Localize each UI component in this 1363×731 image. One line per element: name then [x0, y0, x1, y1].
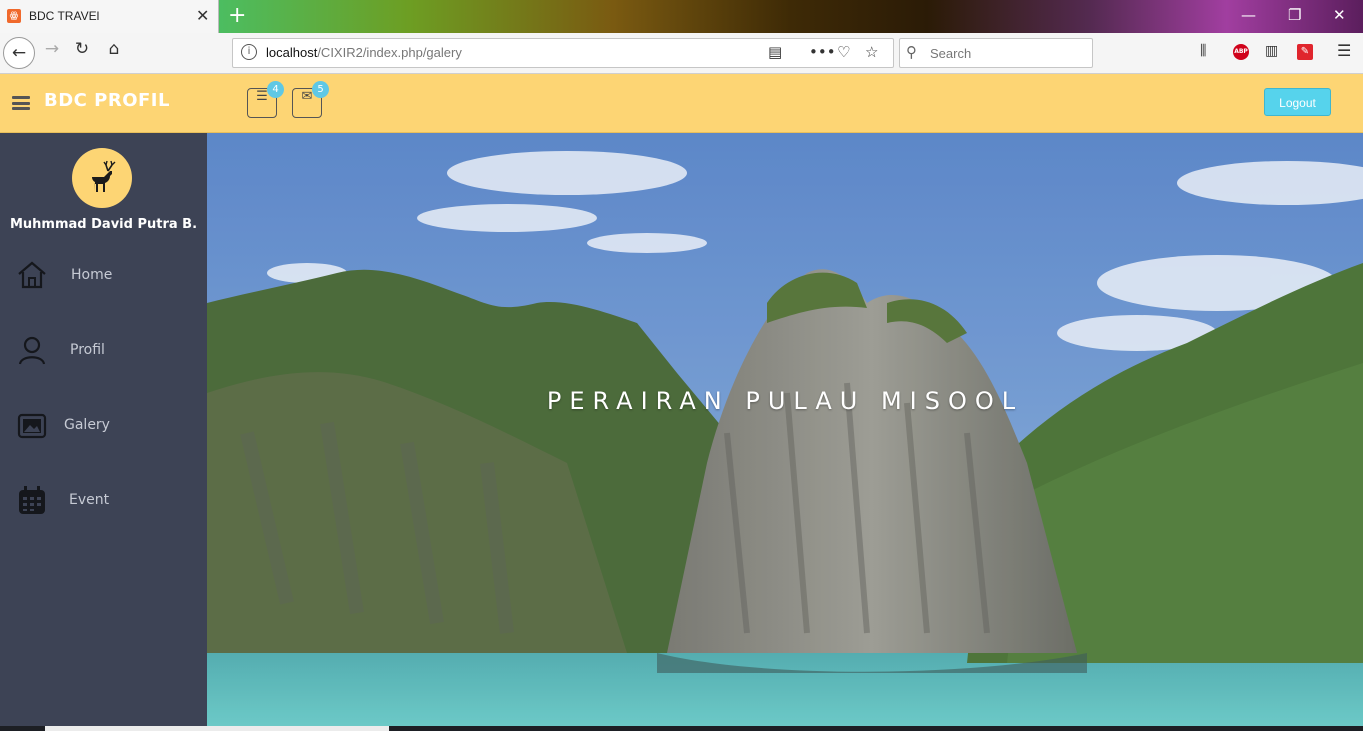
username: Muhmmad David Putra B. [9, 217, 198, 232]
sidebar-item-home[interactable]: Home [0, 251, 207, 301]
xampp-icon: ꙮ [7, 9, 21, 23]
forward-arrow-icon[interactable]: → [38, 39, 66, 67]
hero-banner: PERAIRAN PULAU MISOOL [207, 133, 1363, 731]
sidebar-item-label: Galery [64, 417, 110, 433]
close-window-icon[interactable]: ✕ [1333, 6, 1346, 24]
sidebar-item-label: Profil [70, 342, 105, 358]
home-icon[interactable]: ⌂ [100, 39, 128, 67]
island-landscape-image [207, 133, 1363, 731]
image-icon [17, 413, 47, 439]
browser-titlebar: ꙮ BDC TRAVEl ✕ + — ❐ ✕ [0, 0, 1363, 33]
reader-view-icon[interactable]: ▤ [768, 43, 782, 61]
minimize-icon[interactable]: — [1241, 6, 1256, 24]
sidebar: Muhmmad David Putra B. Home Profil Galer… [0, 133, 207, 731]
messages-badge: 5 [312, 81, 329, 98]
tasks-button[interactable]: ☰ 4 [247, 81, 284, 118]
close-tab-icon[interactable]: ✕ [196, 6, 209, 25]
reload-icon[interactable]: ↻ [68, 39, 96, 67]
url-bar[interactable]: i localhost/CIXIR2/index.php/galery ▤ ••… [232, 38, 894, 68]
library-icon[interactable]: ⫼ [1200, 43, 1206, 59]
logout-button[interactable]: Logout [1264, 88, 1331, 116]
tab-title: BDC TRAVEl [29, 9, 100, 23]
hamburger-icon[interactable] [12, 96, 30, 110]
page-actions-icon[interactable]: ••• [809, 43, 836, 61]
browser-tab[interactable]: ꙮ BDC TRAVEl ✕ [0, 0, 219, 33]
browser-navbar: ← → ↻ ⌂ i localhost/CIXIR2/index.php/gal… [0, 33, 1363, 74]
scrollbar-thumb[interactable] [45, 726, 389, 731]
sidebar-item-event[interactable]: Event [0, 476, 207, 526]
new-tab-icon[interactable]: + [228, 3, 246, 28]
horizontal-scrollbar[interactable] [0, 726, 1363, 731]
pocket-icon[interactable]: ♡ [837, 43, 850, 61]
sidebar-item-profil[interactable]: Profil [0, 326, 207, 376]
back-arrow-icon[interactable]: ← [3, 37, 35, 69]
avatar [72, 148, 132, 208]
restore-icon[interactable]: ❐ [1288, 6, 1301, 24]
bookmark-star-icon[interactable]: ☆ [865, 43, 878, 61]
search-placeholder: Search [930, 46, 972, 61]
user-icon [18, 336, 46, 365]
extension-icon[interactable]: ✎ [1297, 44, 1313, 60]
sidebar-item-label: Home [71, 267, 113, 283]
sidebar-item-label: Event [69, 492, 110, 508]
tasks-badge: 4 [267, 81, 284, 98]
deer-icon [92, 160, 116, 192]
brand-title[interactable]: BDC PROFIL [44, 90, 170, 111]
adblock-icon[interactable]: ABP [1233, 44, 1249, 60]
sidebar-item-galery[interactable]: Galery [0, 401, 207, 451]
sidebar-toggle-icon[interactable]: ▥ [1265, 43, 1278, 59]
house-icon [18, 261, 46, 289]
search-input[interactable]: ⚲ Search [899, 38, 1093, 68]
search-icon: ⚲ [906, 43, 917, 61]
messages-button[interactable]: ✉ 5 [292, 81, 329, 118]
url-text[interactable]: localhost/CIXIR2/index.php/galery [266, 45, 462, 60]
menu-icon[interactable]: ☰ [1337, 41, 1351, 60]
hero-title: PERAIRAN PULAU MISOOL [546, 387, 1024, 415]
calendar-icon [19, 486, 45, 514]
info-icon[interactable]: i [241, 44, 257, 60]
app-header: BDC PROFIL ☰ 4 ✉ 5 Logout [0, 74, 1363, 133]
